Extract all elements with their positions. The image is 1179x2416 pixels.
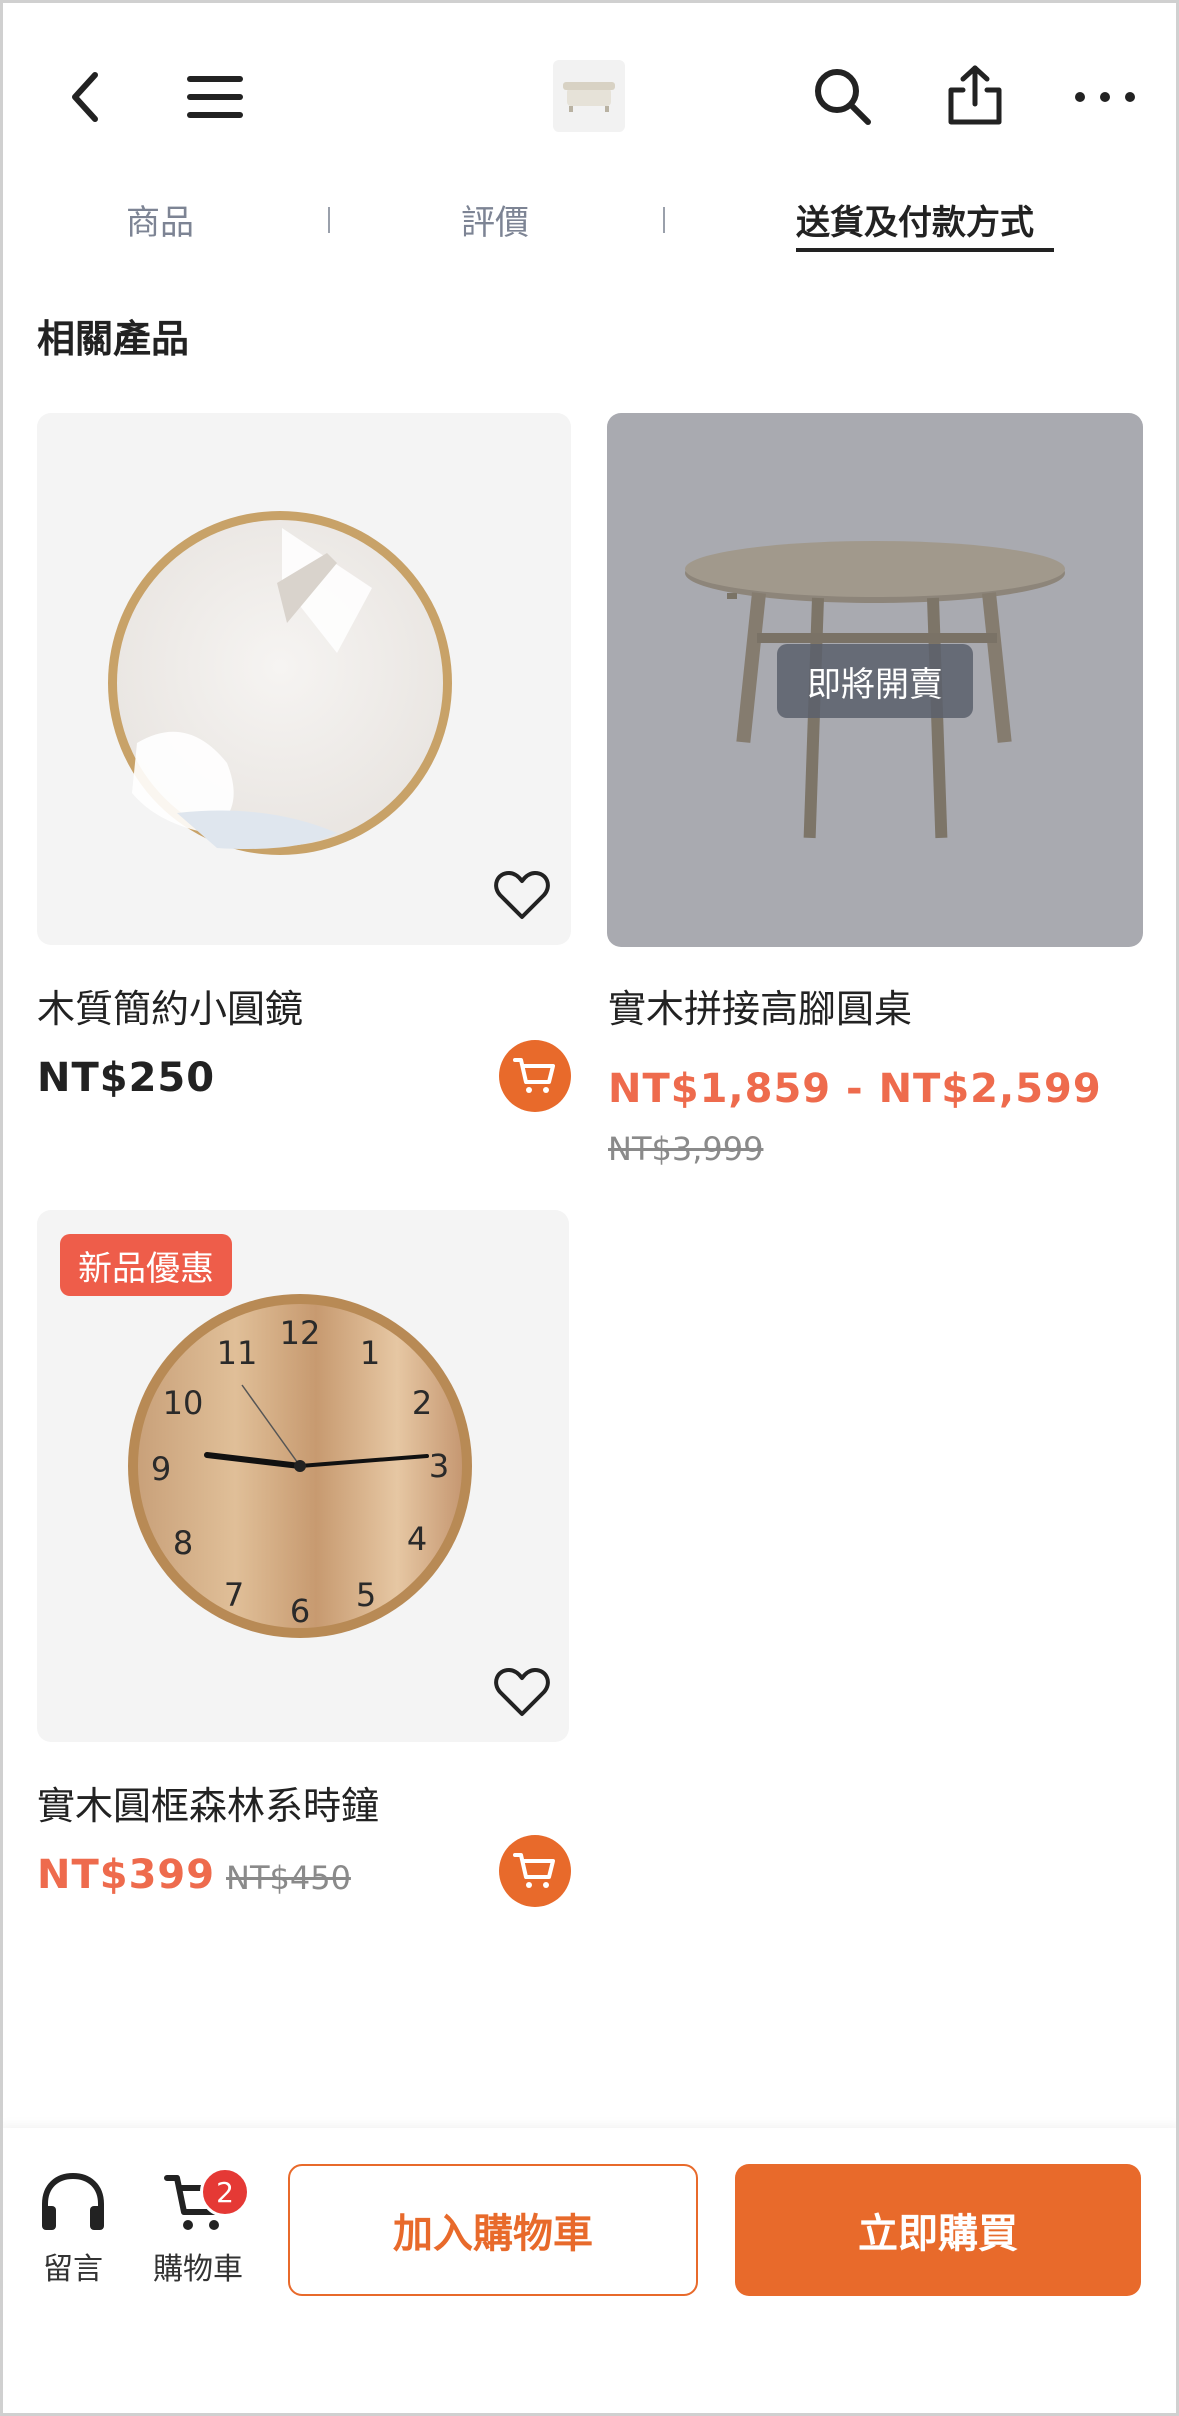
buy-now-button[interactable]: 立即購買: [735, 2164, 1141, 2296]
cart-count-badge: 2: [200, 2167, 250, 2217]
more-icon[interactable]: [1070, 62, 1140, 132]
search-icon[interactable]: [808, 62, 878, 132]
svg-text:7: 7: [224, 1576, 244, 1614]
menu-icon[interactable]: [180, 62, 250, 132]
add-to-cart-button[interactable]: [499, 1040, 571, 1112]
svg-text:4: 4: [407, 1520, 427, 1558]
svg-text:6: 6: [290, 1592, 310, 1630]
product-original-price: NT$450: [226, 1859, 351, 1897]
top-bar: [0, 0, 1179, 190]
share-icon[interactable]: [940, 60, 1010, 132]
favorite-heart-icon[interactable]: [493, 1666, 551, 1718]
svg-text:5: 5: [356, 1576, 376, 1614]
product-name[interactable]: 實木拼接高腳圓桌: [608, 978, 912, 1033]
svg-text:8: 8: [173, 1524, 193, 1562]
message-button[interactable]: 留言: [28, 2172, 118, 2288]
new-product-badge: 新品優惠: [60, 1234, 232, 1296]
active-tab-indicator: [796, 248, 1054, 252]
headset-icon: [42, 2172, 104, 2230]
svg-text:11: 11: [217, 1334, 258, 1372]
svg-text:2: 2: [412, 1384, 432, 1422]
cart-icon: [513, 1058, 555, 1093]
related-products-title: 相關產品: [37, 317, 190, 361]
svg-text:1: 1: [360, 1334, 380, 1372]
back-icon[interactable]: [55, 62, 115, 132]
tab-divider: [663, 207, 665, 233]
tab-products[interactable]: 商品: [126, 195, 194, 244]
cart-label: 購物車: [153, 2252, 243, 2287]
tab-bar: 商品 評價 送貨及付款方式: [0, 185, 1179, 265]
add-to-cart-main-button[interactable]: 加入購物車: [288, 2164, 698, 2296]
svg-text:12: 12: [280, 1314, 321, 1352]
product-thumbnail: [553, 60, 625, 132]
favorite-heart-icon[interactable]: [493, 869, 551, 921]
coming-soon-badge: 即將開賣: [777, 644, 973, 718]
tab-reviews[interactable]: 評價: [461, 195, 529, 244]
tab-divider: [328, 207, 330, 233]
add-to-cart-button[interactable]: [499, 1835, 571, 1907]
cart-icon: [513, 1853, 555, 1888]
product-name[interactable]: 實木圓框森林系時鐘: [37, 1775, 379, 1830]
product-image-mirror[interactable]: [37, 413, 571, 945]
product-price: NT$1,859 - NT$2,599: [608, 1066, 1102, 1112]
product-original-price: NT$3,999: [608, 1130, 764, 1168]
message-label: 留言: [43, 2252, 103, 2287]
svg-text:10: 10: [163, 1384, 204, 1422]
svg-text:9: 9: [151, 1450, 171, 1488]
product-price: NT$399: [37, 1852, 216, 1898]
tab-shipping-payment[interactable]: 送貨及付款方式: [796, 195, 1034, 244]
product-name[interactable]: 木質簡約小圓鏡: [37, 978, 303, 1033]
product-price: NT$250: [37, 1055, 216, 1101]
svg-text:3: 3: [429, 1447, 449, 1485]
